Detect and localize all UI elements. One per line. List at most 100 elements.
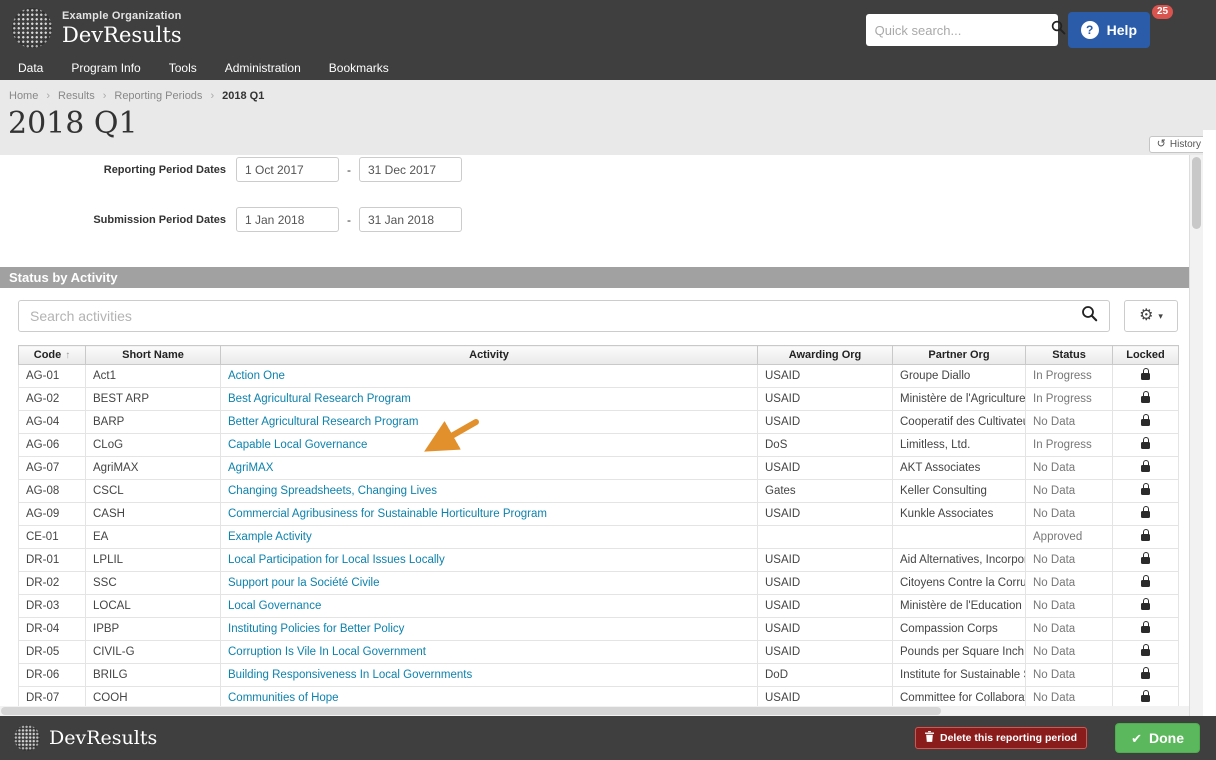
help-button[interactable]: ? Help (1067, 12, 1150, 48)
nav-item-program-info[interactable]: Program Info (57, 58, 154, 80)
quick-search-box (865, 14, 1066, 46)
activity-link[interactable]: AgriMAX (228, 462, 273, 474)
main-nav: Data Program Info Tools Administration B… (0, 58, 1216, 80)
table-row: DR-01 LPLIL Local Participation for Loca… (18, 548, 1179, 572)
cell-partner-org: Cooperatif des Cultivateurs (892, 410, 1026, 434)
search-icon (1081, 305, 1098, 327)
cell-partner-org: AKT Associates (892, 456, 1026, 480)
column-header-status[interactable]: Status (1025, 345, 1113, 365)
activity-link[interactable]: Capable Local Governance (228, 439, 367, 451)
column-header-activity[interactable]: Activity (220, 345, 758, 365)
reporting-period-start-input[interactable] (236, 157, 339, 182)
activity-link[interactable]: Instituting Policies for Better Policy (228, 623, 404, 635)
cell-status: No Data (1025, 594, 1113, 618)
cell-locked (1112, 640, 1179, 664)
activity-link[interactable]: Commercial Agribusiness for Sustainable … (228, 508, 547, 520)
cell-short-name: CLoG (85, 433, 221, 457)
table-row: AG-07 AgriMAX AgriMAX USAID AKT Associat… (18, 456, 1179, 480)
cell-locked (1112, 387, 1179, 411)
cell-awarding-org: DoS (757, 433, 893, 457)
activity-link[interactable]: Local Participation for Local Issues Loc… (228, 554, 445, 566)
cell-short-name: CIVIL-G (85, 640, 221, 664)
breadcrumb-reporting-periods[interactable]: Reporting Periods (114, 90, 222, 102)
activity-link[interactable]: Building Responsiveness In Local Governm… (228, 669, 472, 681)
column-header-awarding-org[interactable]: Awarding Org (757, 345, 893, 365)
cell-activity: Action One (220, 364, 758, 388)
activity-link[interactable]: Changing Spreadsheets, Changing Lives (228, 485, 437, 497)
table-row: DR-04 IPBP Instituting Policies for Bett… (18, 617, 1179, 641)
horizontal-scrollbar[interactable] (0, 706, 1189, 716)
history-button[interactable]: ↺ History (1148, 136, 1209, 153)
nav-item-bookmarks[interactable]: Bookmarks (315, 58, 403, 80)
cell-activity: Local Participation for Local Issues Loc… (220, 548, 758, 572)
cell-partner-org: Kunkle Associates (892, 502, 1026, 526)
cell-locked (1112, 410, 1179, 434)
column-header-locked[interactable]: Locked (1112, 345, 1179, 365)
column-header-partner-org[interactable]: Partner Org (892, 345, 1026, 365)
table-row: AG-04 BARP Better Agricultural Research … (18, 410, 1179, 434)
cell-activity: Instituting Policies for Better Policy (220, 617, 758, 641)
quick-search-input[interactable] (874, 22, 1051, 38)
done-button[interactable]: ✔ Done (1115, 723, 1200, 753)
date-range-separator: - (347, 212, 351, 227)
activity-link[interactable]: Example Activity (228, 531, 312, 543)
reporting-period-end-input[interactable] (359, 157, 462, 182)
reporting-period-label: Reporting Period Dates (103, 163, 226, 176)
cell-awarding-org: USAID (757, 410, 893, 434)
activity-link[interactable]: Corruption Is Vile In Local Government (228, 646, 426, 658)
footer-bar: DevResults Delete this reporting period … (0, 716, 1216, 760)
nav-item-tools[interactable]: Tools (155, 58, 211, 80)
activity-search-input[interactable] (30, 308, 1081, 324)
cell-status: No Data (1025, 456, 1113, 480)
nav-item-administration[interactable]: Administration (211, 58, 315, 80)
activity-link[interactable]: Best Agricultural Research Program (228, 393, 411, 405)
nav-item-data[interactable]: Data (4, 58, 57, 80)
submission-period-start-input[interactable] (236, 207, 339, 232)
cell-awarding-org: USAID (757, 387, 893, 411)
cell-locked (1112, 364, 1179, 388)
vertical-scrollbar-thumb[interactable] (1192, 157, 1201, 229)
column-header-code[interactable]: Code ↑ (18, 345, 86, 365)
notification-count-badge: 25 (1152, 5, 1174, 19)
breadcrumb-home[interactable]: Home (9, 90, 58, 102)
activity-link[interactable]: Support pour la Société Civile (228, 577, 380, 589)
search-icon (1051, 20, 1066, 40)
cell-locked (1112, 502, 1179, 526)
activity-link[interactable]: Better Agricultural Research Program (228, 416, 418, 428)
cell-partner-org: Aid Alternatives, Incorporated (892, 548, 1026, 572)
submission-period-end-input[interactable] (359, 207, 462, 232)
trash-icon (924, 731, 934, 745)
page-title: 2018 Q1 (8, 106, 138, 141)
cell-activity: Corruption Is Vile In Local Government (220, 640, 758, 664)
cell-code: AG-02 (18, 387, 86, 411)
table-row: AG-08 CSCL Changing Spreadsheets, Changi… (18, 479, 1179, 503)
cell-activity: Building Responsiveness In Local Governm… (220, 663, 758, 687)
delete-reporting-period-button[interactable]: Delete this reporting period (914, 727, 1088, 749)
breadcrumb-results[interactable]: Results (58, 90, 114, 102)
lock-icon (1141, 437, 1150, 449)
cell-short-name: AgriMAX (85, 456, 221, 480)
notification-globe[interactable]: 25 (1152, 5, 1200, 50)
cell-status: No Data (1025, 410, 1113, 434)
breadcrumb: Home Results Reporting Periods 2018 Q1 (9, 90, 264, 102)
topbar-actions: ? Help 25 (865, 5, 1200, 50)
app-name: DevResults (62, 22, 182, 47)
cell-code: AG-07 (18, 456, 86, 480)
lock-icon (1141, 552, 1150, 564)
activity-link[interactable]: Communities of Hope (228, 692, 339, 704)
cell-partner-org: Institute for Sustainable Su (892, 663, 1026, 687)
column-header-short-name[interactable]: Short Name (85, 345, 221, 365)
breadcrumb-current: 2018 Q1 (222, 90, 265, 102)
vertical-scrollbar[interactable] (1189, 155, 1203, 716)
lock-icon (1141, 621, 1150, 633)
table-options-button[interactable]: ⚙ ▾ (1124, 300, 1178, 332)
check-icon: ✔ (1131, 730, 1142, 746)
table-row: DR-03 LOCAL Local Governance USAID Minis… (18, 594, 1179, 618)
table-row: DR-06 BRILG Building Responsiveness In L… (18, 663, 1179, 687)
activity-link[interactable]: Local Governance (228, 600, 321, 612)
cell-locked (1112, 456, 1179, 480)
activity-link[interactable]: Action One (228, 370, 285, 382)
right-gutter (1203, 130, 1216, 716)
horizontal-scrollbar-thumb[interactable] (1, 707, 941, 715)
cell-awarding-org: DoD (757, 663, 893, 687)
